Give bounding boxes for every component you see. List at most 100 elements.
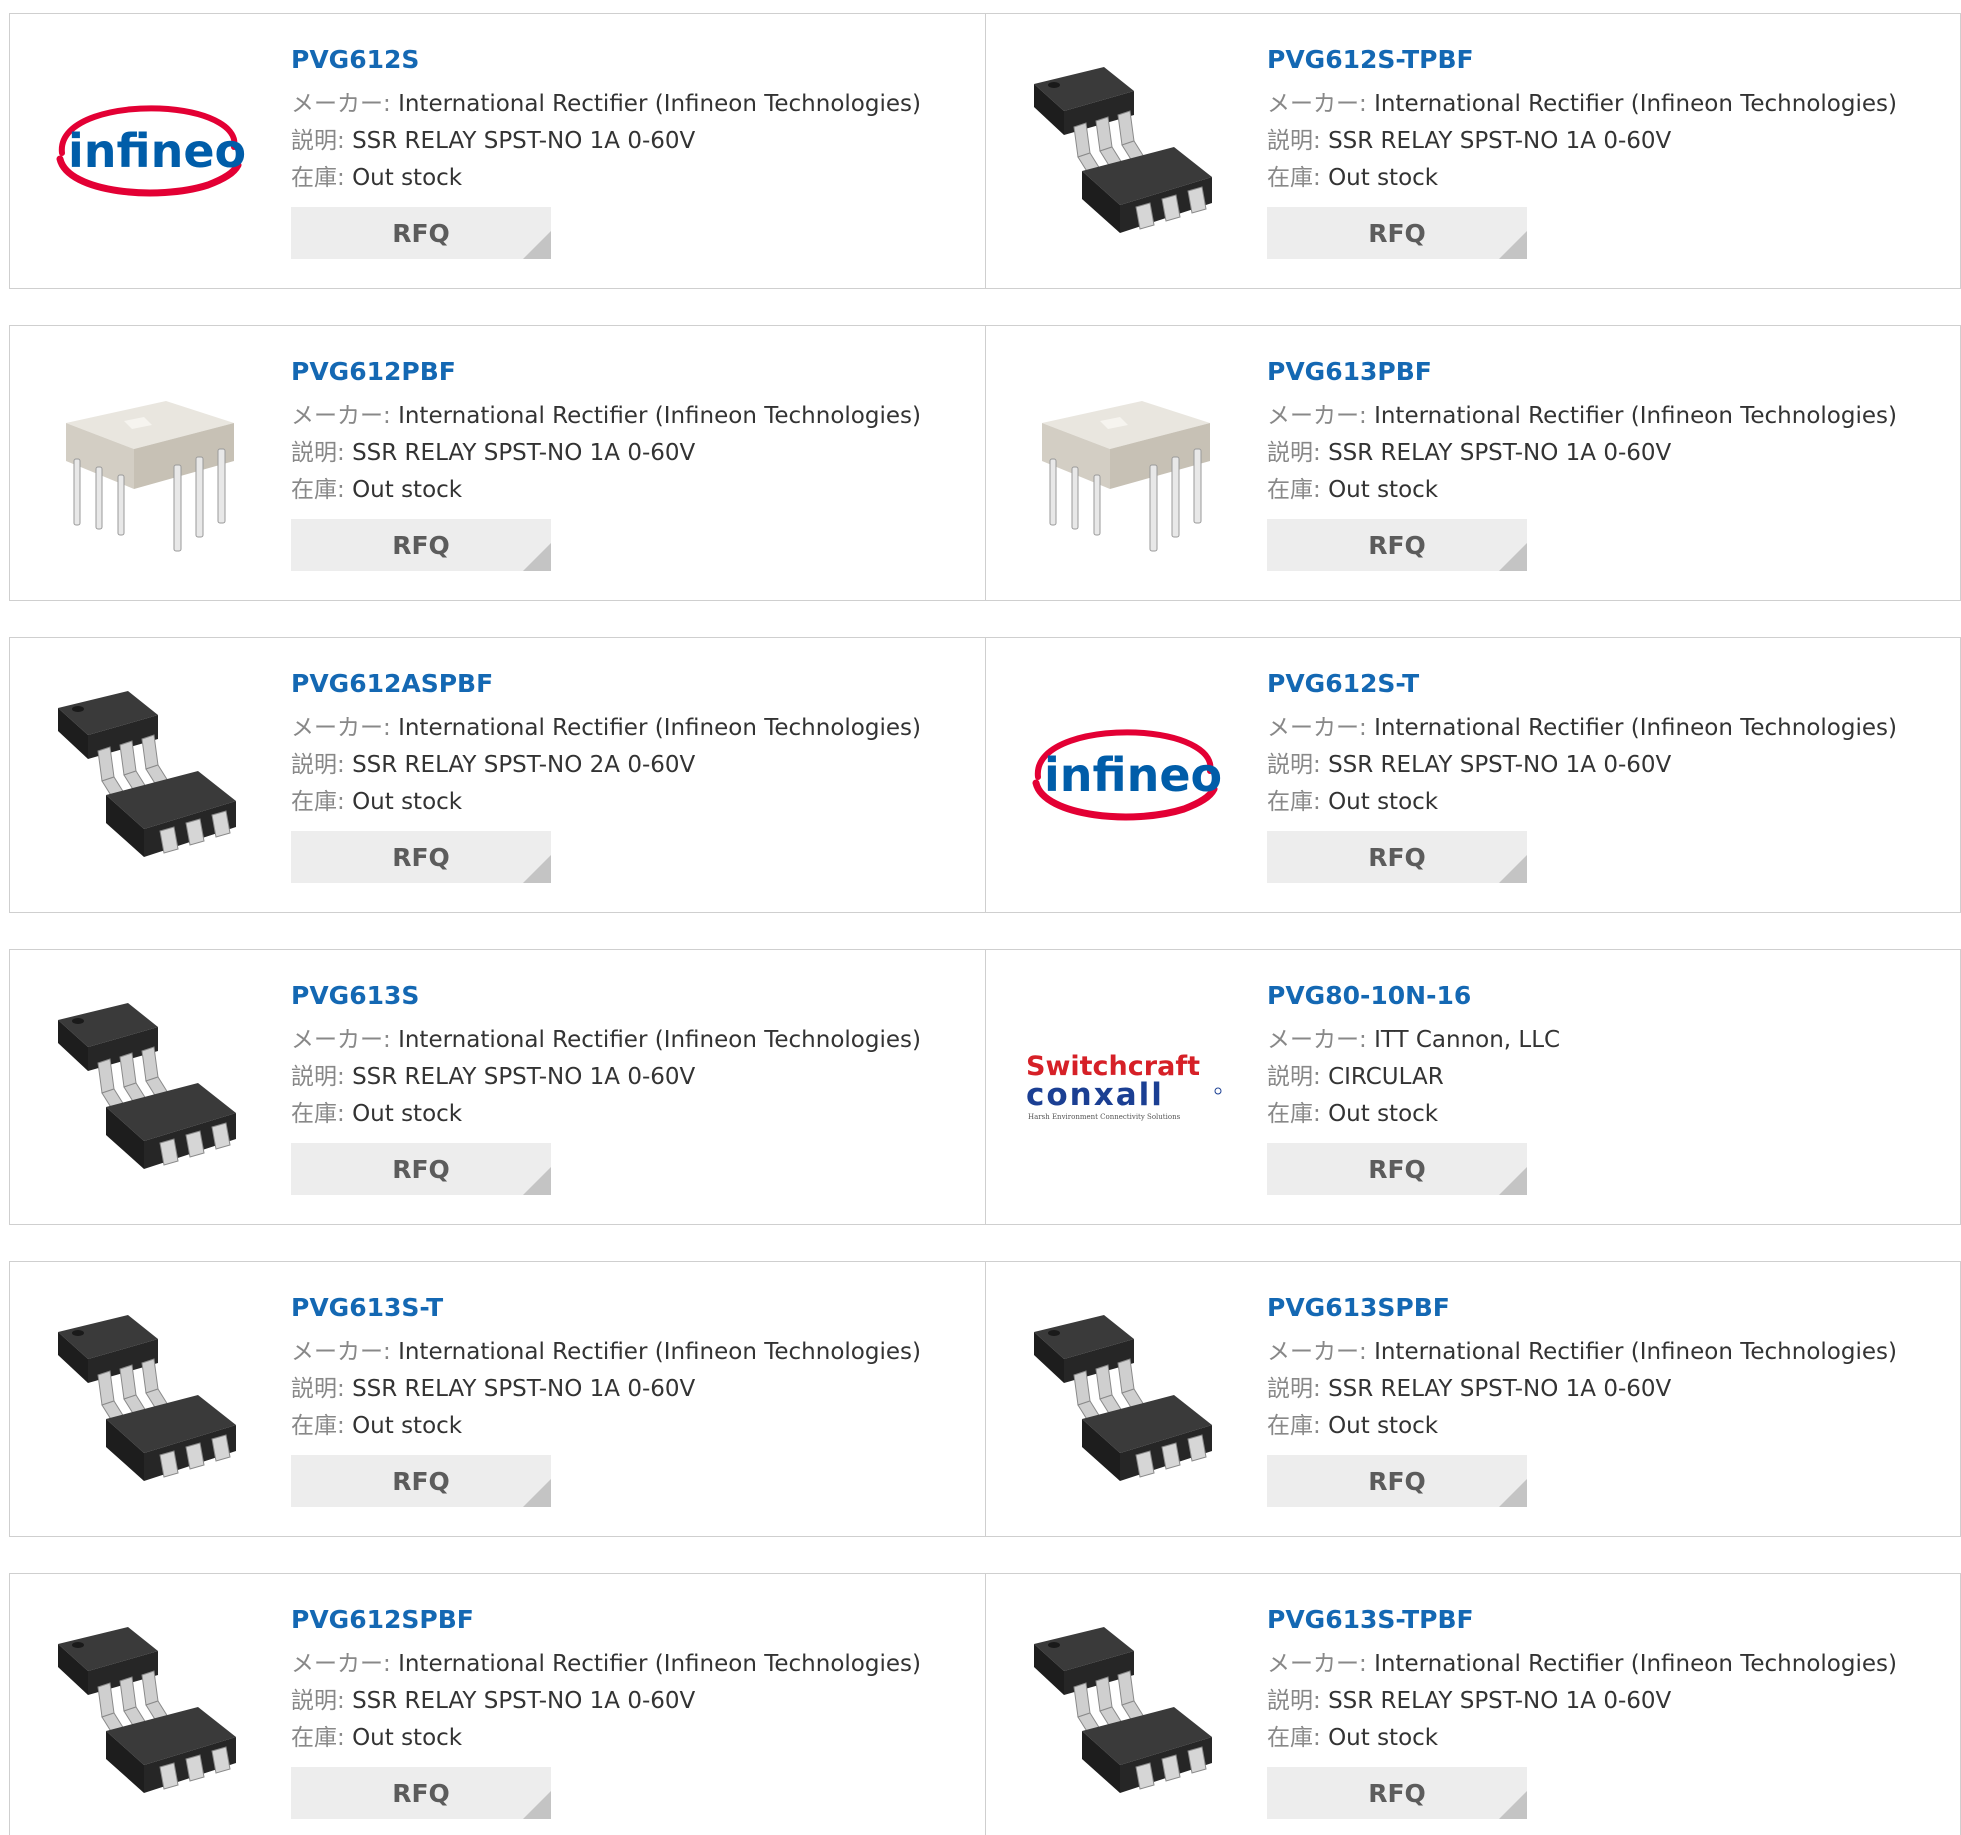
stock-label: 在庫: xyxy=(1267,789,1321,815)
maker-label: メーカー: xyxy=(1267,403,1367,429)
stock-line: 在庫: Out stock xyxy=(291,1096,921,1133)
rfq-button[interactable]: RFQ xyxy=(1267,207,1527,259)
stock-value: Out stock xyxy=(352,165,463,191)
stock-value: Out stock xyxy=(1328,1101,1439,1127)
part-number-link[interactable]: PVG612S-TPBF xyxy=(1267,44,1897,76)
dip-chip-photo[interactable] xyxy=(48,361,248,561)
svg-text:Harsh Environment Connectivity: Harsh Environment Connectivity Solutions xyxy=(1028,1113,1181,1121)
infineon-logo[interactable]: infineon xyxy=(1024,673,1224,873)
description-value: SSR RELAY SPST-NO 1A 0-60V xyxy=(1328,128,1672,154)
part-number-link[interactable]: PVG612SPBF xyxy=(291,1604,921,1636)
dip-chip-photo[interactable] xyxy=(1024,361,1224,561)
description-label: 説明: xyxy=(1267,1064,1321,1090)
maker-label: メーカー: xyxy=(291,1651,391,1677)
product-card: PVG613S メーカー: International Rectifier (I… xyxy=(10,950,985,1224)
part-number-link[interactable]: PVG613SPBF xyxy=(1267,1292,1897,1324)
product-info: PVG613SPBF メーカー: International Rectifier… xyxy=(1267,1292,1897,1507)
maker-label: メーカー: xyxy=(1267,715,1367,741)
rfq-button[interactable]: RFQ xyxy=(291,207,551,259)
stock-value: Out stock xyxy=(1328,165,1439,191)
maker-label: メーカー: xyxy=(291,1027,391,1053)
maker-line: メーカー: International Rectifier (Infineon … xyxy=(1267,398,1897,435)
rfq-button[interactable]: RFQ xyxy=(1267,831,1527,883)
part-number-link[interactable]: PVG613PBF xyxy=(1267,356,1897,388)
stock-line: 在庫: Out stock xyxy=(291,160,921,197)
stock-line: 在庫: Out stock xyxy=(1267,1720,1897,1757)
smd-chip-photo[interactable] xyxy=(48,1297,248,1497)
rfq-button[interactable]: RFQ xyxy=(291,1455,551,1507)
part-number-link[interactable]: PVG613S-TPBF xyxy=(1267,1604,1897,1636)
maker-line: メーカー: International Rectifier (Infineon … xyxy=(1267,710,1897,747)
description-value: SSR RELAY SPST-NO 2A 0-60V xyxy=(352,752,696,778)
product-row: PVG613S メーカー: International Rectifier (I… xyxy=(9,949,1961,1225)
product-card: PVG612S-TPBF メーカー: International Rectifi… xyxy=(985,14,1960,288)
product-info: PVG612ASPBF メーカー: International Rectifie… xyxy=(291,668,921,883)
description-value: SSR RELAY SPST-NO 1A 0-60V xyxy=(1328,1376,1672,1402)
stock-value: Out stock xyxy=(352,1725,463,1751)
description-line: 説明: CIRCULAR xyxy=(1267,1059,1560,1096)
smd-chip-photo[interactable] xyxy=(48,985,248,1185)
rfq-button[interactable]: RFQ xyxy=(1267,519,1527,571)
stock-line: 在庫: Out stock xyxy=(1267,1408,1897,1445)
rfq-button[interactable]: RFQ xyxy=(291,519,551,571)
maker-value: International Rectifier (Infineon Techno… xyxy=(398,1651,921,1677)
stock-label: 在庫: xyxy=(1267,165,1321,191)
part-number-link[interactable]: PVG613S-T xyxy=(291,1292,921,1324)
maker-line: メーカー: International Rectifier (Infineon … xyxy=(291,1334,921,1371)
maker-label: メーカー: xyxy=(1267,91,1367,117)
maker-label: メーカー: xyxy=(1267,1027,1367,1053)
stock-label: 在庫: xyxy=(291,477,345,503)
smd-chip-photo[interactable] xyxy=(48,1609,248,1809)
maker-label: メーカー: xyxy=(291,403,391,429)
product-card: PVG612ASPBF メーカー: International Rectifie… xyxy=(10,638,985,912)
switchcraft-conxall-logo[interactable]: Switchcraft conxall Harsh Environment Co… xyxy=(1024,985,1224,1185)
rfq-button[interactable]: RFQ xyxy=(1267,1143,1527,1195)
stock-line: 在庫: Out stock xyxy=(291,1408,921,1445)
description-line: 説明: SSR RELAY SPST-NO 1A 0-60V xyxy=(291,123,921,160)
smd-chip-photo[interactable] xyxy=(1024,1609,1224,1809)
infineon-logo[interactable]: infineon xyxy=(48,49,248,249)
maker-line: メーカー: International Rectifier (Infineon … xyxy=(291,710,921,747)
description-label: 説明: xyxy=(1267,752,1321,778)
maker-value: International Rectifier (Infineon Techno… xyxy=(398,91,921,117)
description-label: 説明: xyxy=(291,1064,345,1090)
part-number-link[interactable]: PVG80-10N-16 xyxy=(1267,980,1560,1012)
smd-chip-photo[interactable] xyxy=(1024,49,1224,249)
rfq-button[interactable]: RFQ xyxy=(291,831,551,883)
product-card: PVG613S-T メーカー: International Rectifier … xyxy=(10,1262,985,1536)
part-number-link[interactable]: PVG612PBF xyxy=(291,356,921,388)
description-value: SSR RELAY SPST-NO 1A 0-60V xyxy=(352,1688,696,1714)
part-number-link[interactable]: PVG612S-T xyxy=(1267,668,1897,700)
rfq-button[interactable]: RFQ xyxy=(1267,1767,1527,1819)
smd-chip-photo[interactable] xyxy=(48,673,248,873)
description-line: 説明: SSR RELAY SPST-NO 1A 0-60V xyxy=(291,1371,921,1408)
stock-value: Out stock xyxy=(352,1413,463,1439)
rfq-button[interactable]: RFQ xyxy=(291,1767,551,1819)
stock-value: Out stock xyxy=(1328,789,1439,815)
rfq-button[interactable]: RFQ xyxy=(291,1143,551,1195)
product-info: PVG613S-TPBF メーカー: International Rectifi… xyxy=(1267,1604,1897,1819)
description-label: 説明: xyxy=(291,1688,345,1714)
product-info: PVG612S メーカー: International Rectifier (I… xyxy=(291,44,921,259)
description-value: CIRCULAR xyxy=(1328,1064,1444,1090)
maker-value: International Rectifier (Infineon Techno… xyxy=(1374,1651,1897,1677)
maker-line: メーカー: International Rectifier (Infineon … xyxy=(1267,1334,1897,1371)
description-value: SSR RELAY SPST-NO 1A 0-60V xyxy=(352,1064,696,1090)
product-card: PVG612PBF メーカー: International Rectifier … xyxy=(10,326,985,600)
maker-label: メーカー: xyxy=(291,715,391,741)
description-value: SSR RELAY SPST-NO 1A 0-60V xyxy=(1328,440,1672,466)
part-number-link[interactable]: PVG613S xyxy=(291,980,921,1012)
product-card: infineon PVG612S メーカー: International Rec… xyxy=(10,14,985,288)
part-number-link[interactable]: PVG612ASPBF xyxy=(291,668,921,700)
description-label: 説明: xyxy=(291,440,345,466)
smd-chip-photo[interactable] xyxy=(1024,1297,1224,1497)
product-info: PVG613PBF メーカー: International Rectifier … xyxy=(1267,356,1897,571)
svg-text:infineon: infineon xyxy=(68,124,248,178)
stock-value: Out stock xyxy=(1328,1725,1439,1751)
part-number-link[interactable]: PVG612S xyxy=(291,44,921,76)
rfq-button[interactable]: RFQ xyxy=(1267,1455,1527,1507)
description-value: SSR RELAY SPST-NO 1A 0-60V xyxy=(1328,752,1672,778)
stock-value: Out stock xyxy=(352,1101,463,1127)
stock-label: 在庫: xyxy=(291,165,345,191)
description-line: 説明: SSR RELAY SPST-NO 1A 0-60V xyxy=(291,435,921,472)
